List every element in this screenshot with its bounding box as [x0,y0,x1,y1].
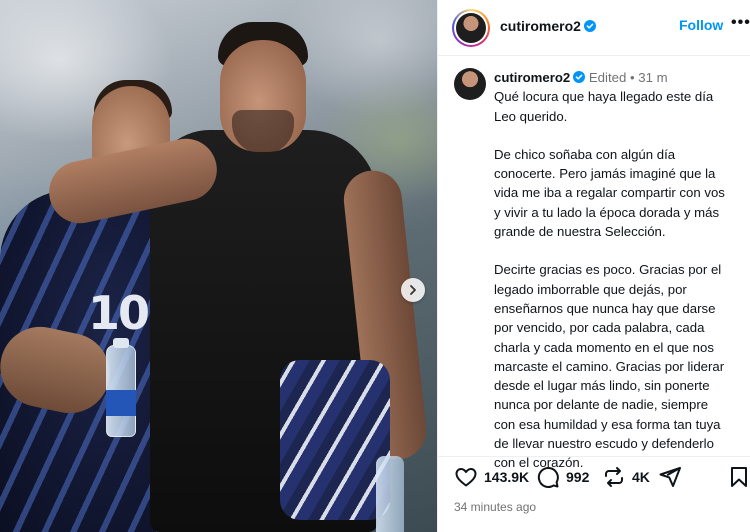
caption-meta: cutiromero2 Edited • 31 m [494,68,742,87]
send-icon[interactable] [658,465,682,489]
repost-icon[interactable] [602,465,626,489]
post-details-panel: cutiromero2 Follow ••• cutiromero2 Edite… [437,0,750,532]
avatar[interactable] [452,9,490,47]
bookmark-icon[interactable] [727,465,750,489]
post-timestamp: 34 minutes ago [454,500,537,514]
next-photo-button[interactable] [401,278,425,302]
caption-avatar[interactable] [454,68,486,100]
action-bar: 143.9K 992 4K [438,456,750,496]
jersey-number: 10 [88,286,150,340]
bottle-cap [113,338,129,348]
repost-count: 4K [632,469,650,485]
like-action[interactable]: 143.9K [454,465,529,489]
separator: • [629,70,635,85]
verified-badge-icon [573,71,586,83]
edited-label: Edited [588,70,627,85]
username-text[interactable]: cutiromero2 [500,18,581,34]
chevron-right-icon [410,285,416,295]
caption: cutiromero2 Edited • 31 m Qué locura que… [494,68,742,492]
comment-count: 992 [566,469,590,485]
heart-icon[interactable] [454,465,478,489]
share-action[interactable] [658,465,682,489]
caption-paragraph: Decirte gracias es poco. Gracias por el … [494,262,725,471]
post-photo[interactable]: 10 [0,0,437,532]
avatar-image [456,13,486,43]
bottle-label [106,390,136,416]
caption-paragraph: Qué locura que haya llegado este día Leo… [494,89,714,124]
comment-bubble-icon[interactable] [536,465,560,489]
username[interactable]: cutiromero2 [500,18,596,34]
follow-button[interactable]: Follow [679,17,723,33]
more-options-button[interactable]: ••• [731,14,750,32]
repost-action[interactable]: 4K [602,465,650,489]
save-action[interactable] [727,465,750,489]
like-count: 143.9K [484,469,530,485]
water-bottle [376,456,404,532]
post-header: cutiromero2 Follow ••• [438,0,750,56]
comment-action[interactable]: 992 [536,465,589,489]
caption-paragraph: De chico soñaba con algún día conocerte.… [494,146,725,240]
verified-badge-icon [583,20,596,32]
caption-time: 31 m [638,70,668,85]
jersey-towel [280,360,390,520]
caption-username[interactable]: cutiromero2 [494,70,570,85]
